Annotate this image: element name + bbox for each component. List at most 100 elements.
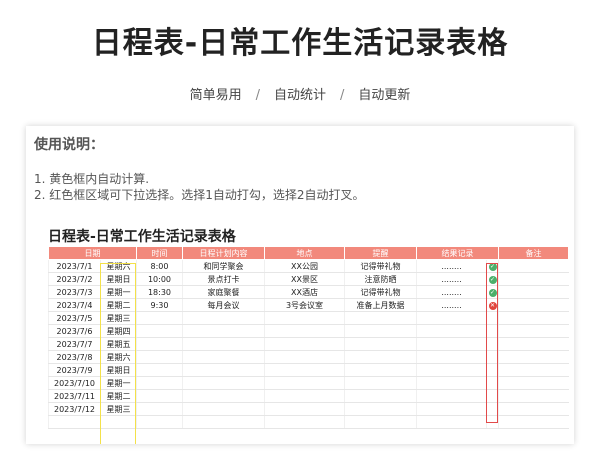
usage-title: 使用说明： xyxy=(34,137,104,153)
reminder-cell[interactable]: 记得带礼物 xyxy=(344,285,417,299)
reminder-cell[interactable] xyxy=(344,415,417,429)
result-cell[interactable] xyxy=(416,363,487,377)
plan-cell[interactable]: 和同学聚会 xyxy=(182,259,265,273)
mark-cell[interactable] xyxy=(486,311,499,325)
mark-cell[interactable]: ✓ xyxy=(486,259,499,273)
plan-cell[interactable]: 每月会议 xyxy=(182,298,265,312)
reminder-cell[interactable] xyxy=(344,337,417,351)
reminder-cell[interactable] xyxy=(344,324,417,338)
plan-cell[interactable] xyxy=(182,402,265,416)
time-cell[interactable]: 10:00 xyxy=(136,272,183,286)
reminder-cell[interactable] xyxy=(344,376,417,390)
place-cell[interactable] xyxy=(264,376,345,390)
note-cell[interactable] xyxy=(498,350,569,364)
result-cell[interactable] xyxy=(416,350,487,364)
reminder-cell[interactable]: 准备上月数据 xyxy=(344,298,417,312)
place-cell[interactable] xyxy=(264,402,345,416)
place-cell[interactable] xyxy=(264,415,345,429)
place-cell[interactable] xyxy=(264,337,345,351)
mark-cell[interactable]: ✓ xyxy=(486,285,499,299)
weekday-cell: 星期三 xyxy=(100,402,137,416)
result-cell[interactable] xyxy=(416,402,487,416)
note-cell[interactable] xyxy=(498,311,569,325)
time-cell[interactable]: 9:30 xyxy=(136,298,183,312)
reminder-cell[interactable] xyxy=(344,402,417,416)
reminder-cell[interactable]: 记得带礼物 xyxy=(344,259,417,273)
reminder-cell[interactable] xyxy=(344,350,417,364)
weekday-cell: 星期三 xyxy=(100,311,137,325)
plan-cell[interactable] xyxy=(182,311,265,325)
note-cell[interactable] xyxy=(498,298,569,312)
mark-cell[interactable] xyxy=(486,350,499,364)
note-cell[interactable] xyxy=(498,389,569,403)
plan-cell[interactable] xyxy=(182,324,265,338)
result-cell[interactable]: ........ xyxy=(416,259,487,273)
time-cell[interactable] xyxy=(136,415,183,429)
time-cell[interactable]: 8:00 xyxy=(136,259,183,273)
result-cell[interactable]: ........ xyxy=(416,285,487,299)
place-cell[interactable]: XX酒店 xyxy=(264,285,345,299)
plan-cell[interactable]: 家庭聚餐 xyxy=(182,285,265,299)
time-cell[interactable] xyxy=(136,337,183,351)
result-cell[interactable] xyxy=(416,337,487,351)
plan-cell[interactable] xyxy=(182,376,265,390)
page-title: 日程表-日常工作生活记录表格 xyxy=(91,26,509,61)
time-cell[interactable] xyxy=(136,402,183,416)
date-cell: 2023/7/5 xyxy=(48,311,101,325)
place-cell[interactable]: 3号会议室 xyxy=(264,298,345,312)
plan-cell[interactable] xyxy=(182,350,265,364)
place-cell[interactable] xyxy=(264,324,345,338)
header-reminder: 提醒 xyxy=(344,246,417,260)
result-cell[interactable] xyxy=(416,324,487,338)
place-cell[interactable] xyxy=(264,350,345,364)
place-cell[interactable] xyxy=(264,363,345,377)
note-cell[interactable] xyxy=(498,402,569,416)
time-cell[interactable] xyxy=(136,389,183,403)
note-cell[interactable] xyxy=(498,415,569,429)
result-cell[interactable]: ........ xyxy=(416,272,487,286)
plan-cell[interactable] xyxy=(182,415,265,429)
plan-cell[interactable]: 景点打卡 xyxy=(182,272,265,286)
time-cell[interactable]: 18:30 xyxy=(136,285,183,299)
note-cell[interactable] xyxy=(498,376,569,390)
mark-cell[interactable] xyxy=(486,415,499,429)
place-cell[interactable] xyxy=(264,389,345,403)
reminder-cell[interactable] xyxy=(344,389,417,403)
time-cell[interactable] xyxy=(136,324,183,338)
result-cell[interactable] xyxy=(416,389,487,403)
time-cell[interactable] xyxy=(136,311,183,325)
note-cell[interactable] xyxy=(498,259,569,273)
note-cell[interactable] xyxy=(498,337,569,351)
subtitle-row: 简单易用 / 自动统计 / 自动更新 xyxy=(0,84,600,103)
place-cell[interactable]: XX景区 xyxy=(264,272,345,286)
result-cell[interactable]: ........ xyxy=(416,298,487,312)
mark-cell[interactable] xyxy=(486,363,499,377)
result-cell[interactable] xyxy=(416,376,487,390)
mark-cell[interactable] xyxy=(486,402,499,416)
mark-cell[interactable] xyxy=(486,389,499,403)
reminder-cell[interactable] xyxy=(344,363,417,377)
reminder-cell[interactable] xyxy=(344,311,417,325)
plan-cell[interactable] xyxy=(182,337,265,351)
mark-cell[interactable] xyxy=(486,324,499,338)
note-cell[interactable] xyxy=(498,324,569,338)
mark-cell[interactable]: ✓ xyxy=(486,272,499,286)
mark-cell[interactable] xyxy=(486,376,499,390)
reminder-cell[interactable]: 注意防晒 xyxy=(344,272,417,286)
time-cell[interactable] xyxy=(136,363,183,377)
note-cell[interactable] xyxy=(498,363,569,377)
weekday-cell xyxy=(100,415,137,429)
time-cell[interactable] xyxy=(136,376,183,390)
time-cell[interactable] xyxy=(136,350,183,364)
place-cell[interactable]: XX公园 xyxy=(264,259,345,273)
place-cell[interactable] xyxy=(264,311,345,325)
mark-cell[interactable] xyxy=(486,337,499,351)
date-cell: 2023/7/2 xyxy=(48,272,101,286)
plan-cell[interactable] xyxy=(182,389,265,403)
note-cell[interactable] xyxy=(498,272,569,286)
note-cell[interactable] xyxy=(498,285,569,299)
mark-cell[interactable]: ✕ xyxy=(486,298,499,312)
result-cell[interactable] xyxy=(416,415,487,429)
plan-cell[interactable] xyxy=(182,363,265,377)
result-cell[interactable] xyxy=(416,311,487,325)
